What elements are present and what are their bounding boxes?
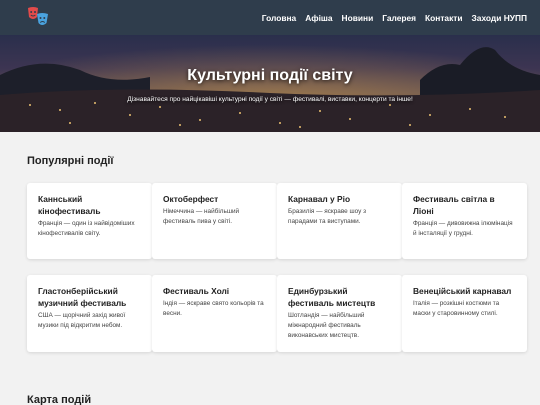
theater-masks-icon[interactable] xyxy=(27,5,49,29)
hero-banner: Культурні події світу Дізнавайтеся про н… xyxy=(0,35,540,132)
event-card[interactable]: Каннський кінофестиваль Франція — один і… xyxy=(27,183,152,259)
event-card-desc: Бразилія — яскраве шоу з парадами та вис… xyxy=(288,208,367,225)
nav-poster[interactable]: Афіша xyxy=(305,13,332,23)
events-map-section-title: Карта подій xyxy=(27,394,92,405)
event-card-desc: Франція — дивовижна ілюмінація й інсталя… xyxy=(413,220,513,237)
event-card-desc: США — щорічний захід живої музики під ві… xyxy=(38,312,126,329)
event-card[interactable]: Фестиваль Холі Індія — яскраве свято кол… xyxy=(152,275,277,352)
event-card-desc: Німеччина — найбільший фестиваль пива у … xyxy=(163,208,240,225)
main-nav: Головна Афіша Новини Галерея Контакти За… xyxy=(262,0,527,35)
event-card-desc: Франція — один із найвідоміших кінофести… xyxy=(38,220,135,237)
event-card-title: Каннський кінофестиваль xyxy=(38,194,101,216)
hero-subtitle: Дізнавайтеся про найцікавіші культурні п… xyxy=(127,96,413,103)
event-card[interactable]: Гластонберійський музичний фестиваль США… xyxy=(27,275,152,352)
event-card[interactable]: Фестиваль світла в Ліоні Франція — дивов… xyxy=(402,183,527,259)
nav-nupp-events[interactable]: Заходи НУПП xyxy=(472,13,527,23)
event-card-title: Гластонберійський музичний фестиваль xyxy=(38,286,127,308)
popular-section-title: Популярні події xyxy=(27,155,114,167)
event-card-title: Венеційський карнавал xyxy=(413,286,512,296)
nav-contacts[interactable]: Контакти xyxy=(425,13,463,23)
event-card[interactable]: Единбурзький фестиваль мистецтв Шотланді… xyxy=(277,275,402,352)
event-card[interactable]: Октоберфест Німеччина — найбільший фести… xyxy=(152,183,277,259)
nav-home[interactable]: Головна xyxy=(262,13,296,23)
event-card-title: Карнавал у Ріо xyxy=(288,194,351,204)
event-card-desc: Італія — розкішні костюми та маски у ста… xyxy=(413,300,500,317)
nav-news[interactable]: Новини xyxy=(342,13,374,23)
event-card-title: Единбурзький фестиваль мистецтв xyxy=(288,286,376,308)
hero-title: Культурні події світу xyxy=(187,67,353,84)
nav-gallery[interactable]: Галерея xyxy=(382,13,416,23)
event-card-desc: Індія — яскраве свято кольорів та весни. xyxy=(163,300,264,317)
event-card-title: Фестиваль Холі xyxy=(163,286,230,296)
event-card-title: Октоберфест xyxy=(163,194,219,204)
navbar: Головна Афіша Новини Галерея Контакти За… xyxy=(0,0,540,35)
event-card-title: Фестиваль світла в Ліоні xyxy=(413,194,495,216)
event-card-desc: Шотландія — найбільший міжнародний фести… xyxy=(288,312,365,339)
event-card[interactable]: Венеційський карнавал Італія — розкішні … xyxy=(402,275,527,352)
event-card[interactable]: Карнавал у Ріо Бразилія — яскраве шоу з … xyxy=(277,183,402,259)
